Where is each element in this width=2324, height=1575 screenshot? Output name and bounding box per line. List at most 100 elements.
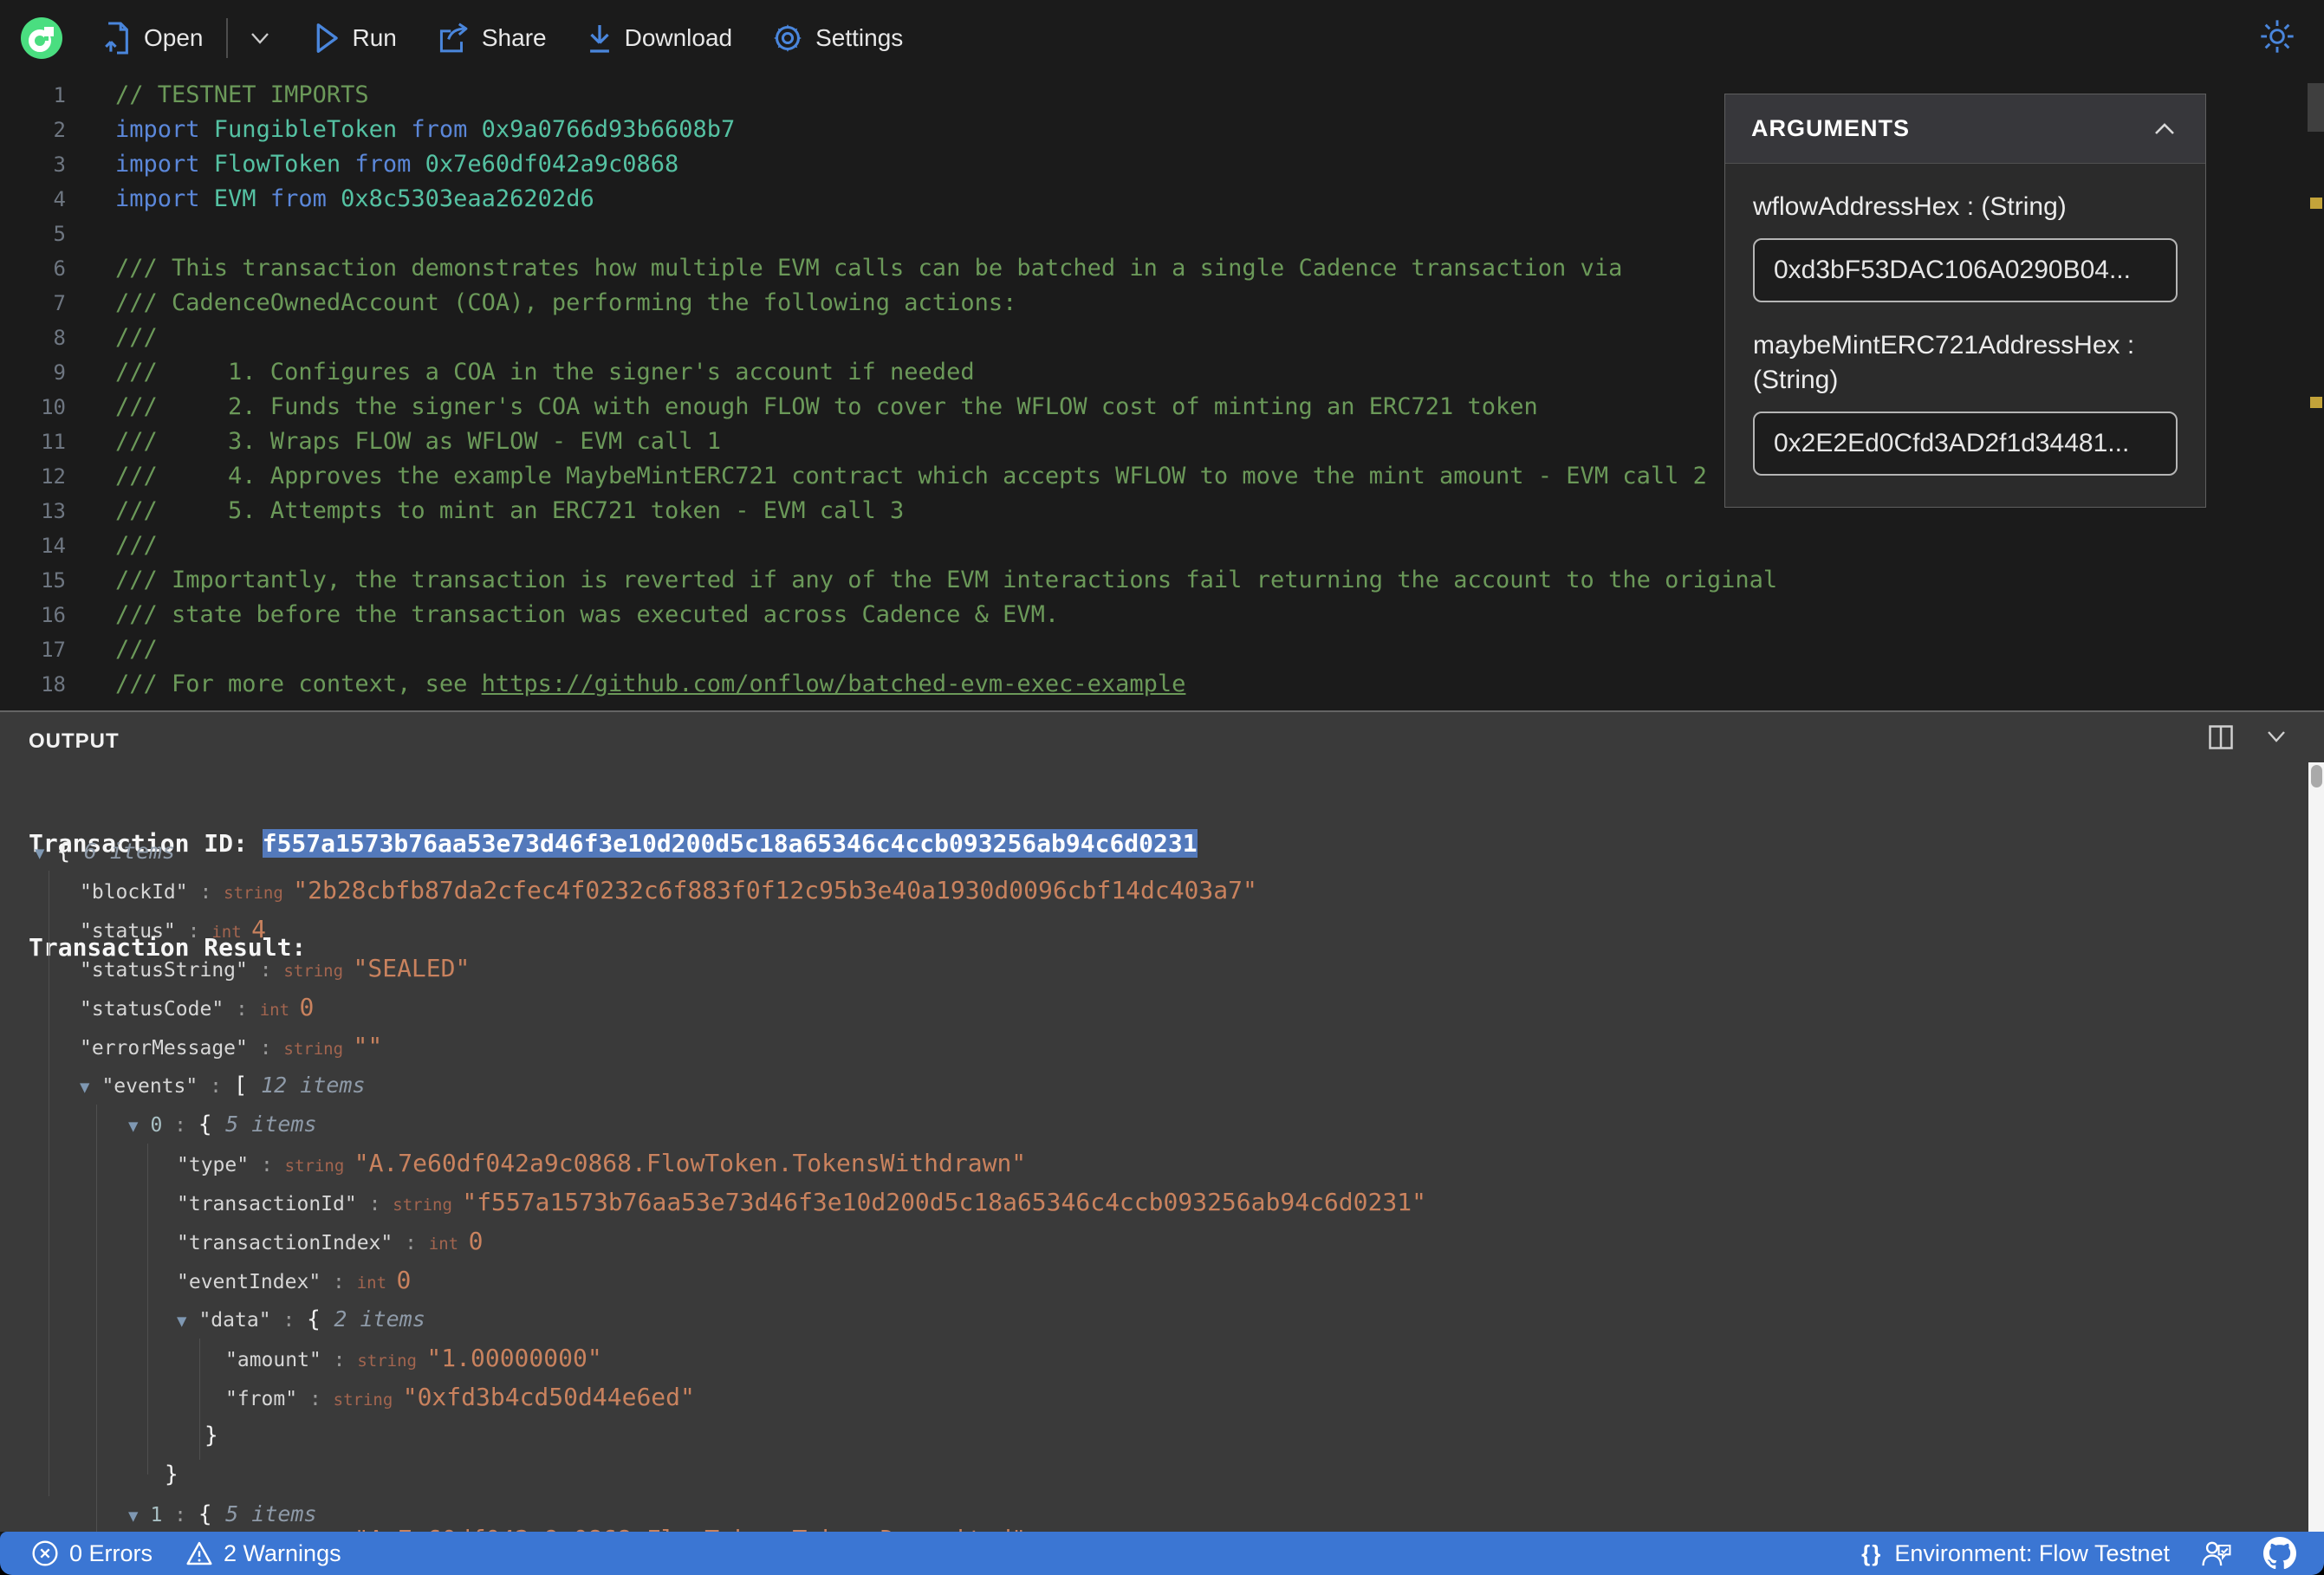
flow-runner-app: Open Run Share Download Settings 1 // TE… <box>0 0 2324 1575</box>
json-token-k: "amount" <box>225 1349 321 1371</box>
json-token-sv: "0xfd3b4cd50d44e6ed" <box>402 1383 695 1411</box>
code-link[interactable]: https://github.com/onflow/batched-evm-ex… <box>482 671 1186 697</box>
theme-toggle-button[interactable] <box>2260 19 2295 58</box>
errors-label: 0 Errors <box>69 1539 153 1566</box>
run-button[interactable]: Run <box>313 23 397 54</box>
json-token-k: "from" <box>225 1388 298 1410</box>
code-token: 0x9a0766d93b6608b7 <box>481 116 736 143</box>
open-label: Open <box>144 24 204 51</box>
json-token-b: } <box>204 1423 218 1449</box>
code-line: 17 /// <box>0 632 2324 667</box>
share-button[interactable]: Share <box>437 23 547 54</box>
code-token: 0x7e60df042a9c0868 <box>425 151 679 178</box>
code-line: 16 /// state before the transaction was e… <box>0 598 2324 632</box>
collapse-output-chevron-icon[interactable] <box>2263 728 2289 747</box>
arguments-header[interactable]: ARGUMENTS <box>1725 94 2205 164</box>
json-result-tree: ▼ { 6 items "blockId" : string "2b28cbfb87… <box>0 832 2288 1532</box>
code-token: /// <box>115 636 158 663</box>
editor-scrollbar-thumb[interactable] <box>2308 83 2324 132</box>
json-token-c: : <box>162 1114 198 1137</box>
maybe-mint-erc721-address-input[interactable]: 0x2E2Ed0Cfd3AD2f1d34481... <box>1753 412 2178 476</box>
code-token: /// For more context, see <box>115 671 482 697</box>
argument-field: wflowAddressHex : (String) 0xd3bF53DAC10… <box>1725 190 2205 302</box>
json-token-c: : <box>270 1309 308 1332</box>
line-number: 5 <box>53 222 66 246</box>
editor-overview-ruler[interactable] <box>2308 76 2324 710</box>
json-row: ▼ 0 : { 5 items <box>0 1105 2288 1144</box>
line-number: 2 <box>53 118 66 142</box>
download-label: Download <box>624 24 733 51</box>
json-token-k: "type" <box>177 1154 250 1176</box>
json-row: } <box>0 1455 2288 1494</box>
collapse-triangle-icon[interactable]: ▼ <box>128 1507 138 1526</box>
errors-status[interactable]: 0 Errors <box>31 1539 153 1567</box>
line-number: 18 <box>41 672 66 697</box>
json-token-c: : <box>247 1037 284 1060</box>
arguments-panel: ARGUMENTS wflowAddressHex : (String) 0xd… <box>1724 94 2206 508</box>
collapse-triangle-icon[interactable]: ▼ <box>128 1117 138 1136</box>
warning-marker <box>2310 198 2322 209</box>
line-number: 4 <box>53 187 66 211</box>
error-icon <box>32 1540 58 1566</box>
code-token: /// 5. Attempts to mint an ERC721 token … <box>115 497 905 524</box>
json-token-tl: int <box>259 1001 300 1020</box>
open-button[interactable]: Open <box>102 22 204 55</box>
gear-icon <box>774 24 802 52</box>
json-row: "type" : string "A.7e60df042a9c0868.Flow… <box>0 1520 2288 1532</box>
line-number: 10 <box>41 395 66 419</box>
line-number: 14 <box>41 534 66 558</box>
collapse-triangle-icon[interactable]: ▼ <box>177 1312 186 1331</box>
argument-label: maybeMintERC721AddressHex : (String) <box>1753 331 2135 394</box>
output-scrollbar[interactable] <box>2308 762 2324 1532</box>
code-token: /// CadenceOwnedAccount (COA), performin… <box>115 289 1017 316</box>
json-token-tl: string <box>333 1390 403 1410</box>
json-token-tl: string <box>284 1157 354 1176</box>
collapse-triangle-icon[interactable]: ▼ <box>80 1078 89 1097</box>
code-token: /// <box>115 324 158 351</box>
json-token-k: "transactionIndex" <box>177 1232 393 1254</box>
json-token-b: } <box>165 1462 179 1488</box>
json-row: ▼ "events" : [ 12 items <box>0 1066 2288 1105</box>
warning-icon <box>186 1541 212 1565</box>
json-token-k: "data" <box>198 1309 271 1332</box>
json-token-b: [ <box>233 1073 262 1099</box>
status-bar: 0 Errors 2 Warnings {} Environment: Flow… <box>0 1532 2324 1575</box>
wflow-address-input[interactable]: 0xd3bF53DAC106A0290B04... <box>1753 238 2178 302</box>
environment-status[interactable]: {} Environment: Flow Testnet <box>1861 1540 2170 1567</box>
json-token-iv: 0 <box>396 1266 412 1294</box>
json-token-tl: int <box>211 923 252 942</box>
split-view-icon[interactable] <box>2208 724 2234 750</box>
flow-logo <box>21 17 62 59</box>
json-row: "from" : string "0xfd3b4cd50d44e6ed" <box>0 1377 2288 1416</box>
json-token-sv: "A.7e60df042a9c0868.FlowToken.TokensDepo… <box>354 1525 1026 1532</box>
json-token-c: : <box>224 998 260 1021</box>
toolbar-separator <box>225 18 228 58</box>
feedback-icon[interactable] <box>2201 1539 2232 1568</box>
settings-button[interactable]: Settings <box>772 23 903 54</box>
json-token-c: : <box>175 920 212 943</box>
open-dropdown-chevron[interactable] <box>247 29 273 47</box>
code-token: /// state before the transaction was exe… <box>115 601 1060 628</box>
json-token-sv: "1.00000000" <box>426 1344 602 1372</box>
download-button[interactable]: Download <box>587 23 733 54</box>
json-token-b: { <box>198 1112 226 1138</box>
json-token-tl: string <box>283 1040 354 1059</box>
output-scrollbar-thumb[interactable] <box>2311 765 2322 788</box>
github-icon[interactable] <box>2263 1537 2296 1570</box>
json-row: "blockId" : string "2b28cbfb87da2cfec4f0… <box>0 871 2288 910</box>
collapse-triangle-icon[interactable]: ▼ <box>35 844 44 863</box>
line-number: 13 <box>41 499 66 523</box>
json-token-k: "statusString" <box>80 959 248 982</box>
json-token-c: : <box>198 1075 234 1098</box>
json-token-it: 6 items <box>83 839 176 864</box>
code-line: 18 /// For more context, see https://gith… <box>0 667 2324 702</box>
json-token-b: { <box>56 839 84 865</box>
json-row: ▼ "data" : { 2 items <box>0 1300 2288 1338</box>
collapse-chevron-up-icon[interactable] <box>2150 120 2179 139</box>
code-token: import <box>115 185 214 212</box>
json-token-ix: 1 <box>150 1504 163 1526</box>
json-row: "errorMessage" : string "" <box>0 1027 2288 1066</box>
json-token-ix: 0 <box>150 1114 163 1137</box>
json-token-iv: 4 <box>251 915 266 943</box>
warnings-status[interactable]: 2 Warnings <box>185 1539 341 1567</box>
